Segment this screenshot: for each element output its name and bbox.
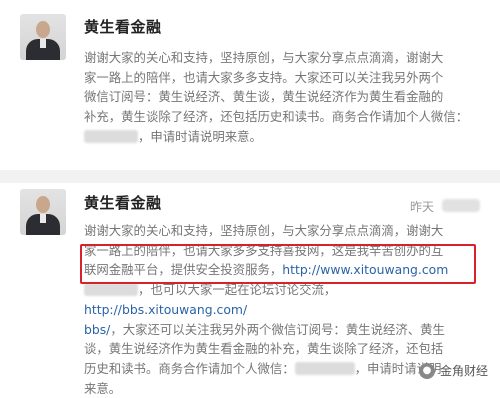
author-name[interactable]: 黄生看金融 (84, 16, 162, 37)
timestamp: 昨天 (410, 200, 435, 214)
redacted-id (294, 361, 355, 375)
author-name[interactable]: 黄生看金融 (84, 192, 162, 213)
avatar[interactable] (20, 14, 66, 60)
comment-text: 谢谢大家的关心和支持，坚持原创，与大家分享点点滴滴，谢谢大 家一路上的陪伴，也请… (84, 50, 469, 144)
comment-item: 黄生看金融 谢谢大家的关心和支持，坚持原创，与大家分享点点滴滴，谢谢大 家一路上… (0, 0, 500, 170)
redacted-text (84, 283, 138, 297)
forum-link-cont[interactable]: bbs/ (84, 322, 110, 337)
divider (0, 170, 500, 183)
redacted-id (84, 129, 138, 143)
forum-link[interactable]: http://bbs.xitouwang.com/ (84, 302, 247, 317)
redacted-meta (442, 199, 480, 212)
highlight-box (80, 244, 476, 284)
watermark: ● 金角财经 (418, 362, 488, 379)
wechat-icon: ● (418, 362, 435, 379)
avatar[interactable] (20, 189, 66, 235)
